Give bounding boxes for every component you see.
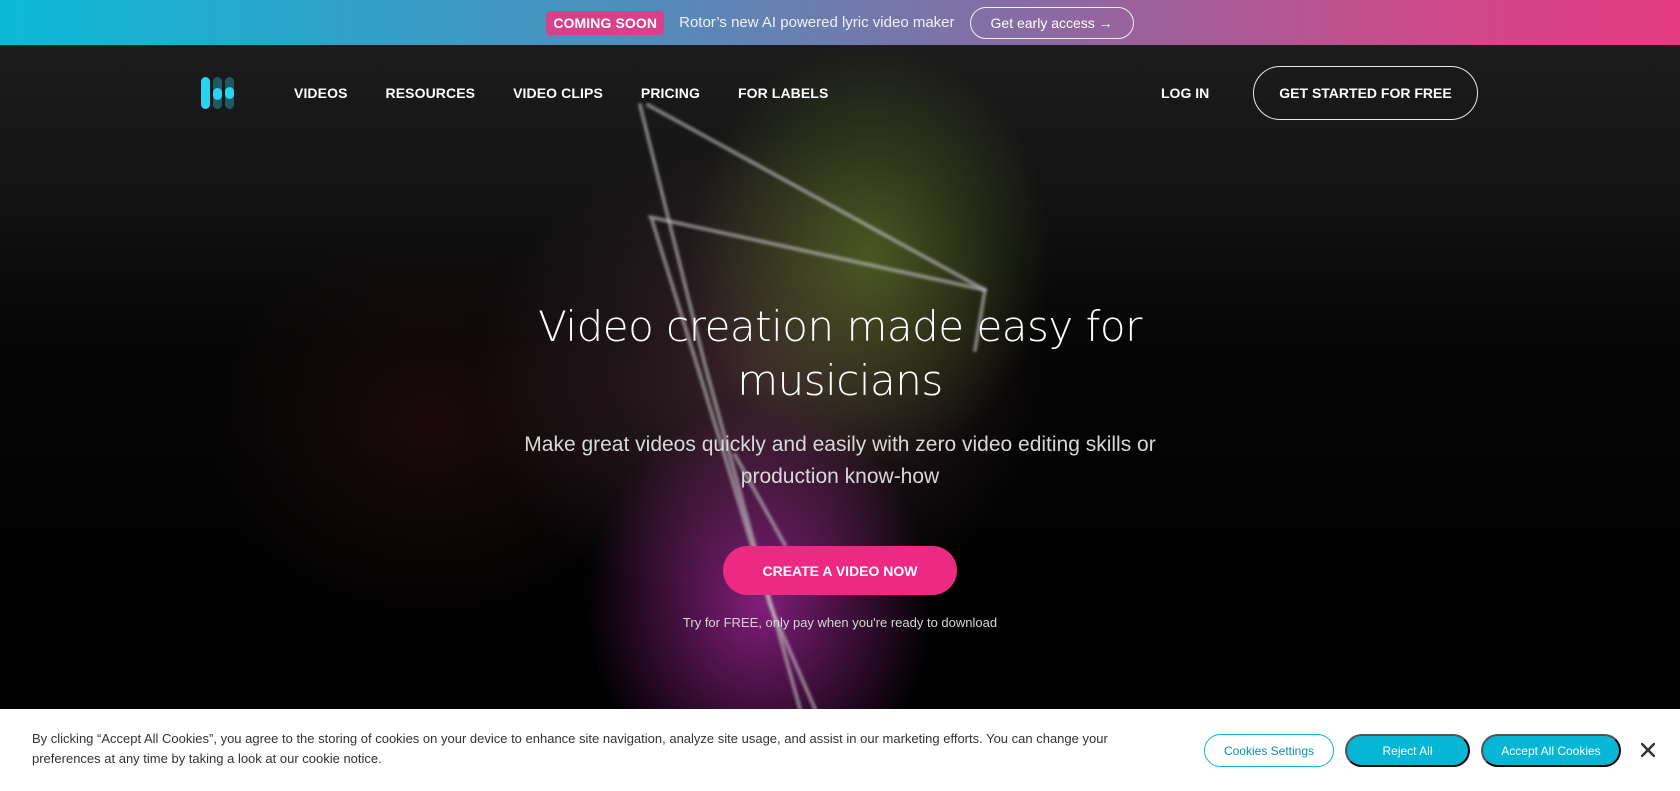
get-early-access-button[interactable]: Get early access → [969,6,1134,39]
create-video-button[interactable]: CREATE A VIDEO NOW [723,546,957,595]
banner-text: Rotor’s new AI powered lyric video maker [679,14,955,31]
hero-note: Try for FREE, only pay when you're ready… [682,615,998,630]
nav-links: VIDEOS RESOURCES VIDEO CLIPS PRICING FOR… [294,45,828,141]
nav-for-labels[interactable]: FOR LABELS [738,85,828,101]
login-link[interactable]: LOG IN [1161,85,1209,101]
cookie-banner: By clicking “Accept All Cookies”, you ag… [0,709,1680,791]
logo-bar [201,77,210,109]
nav-videos[interactable]: VIDEOS [294,85,348,101]
hero-subtitle: Make great videos quickly and easily wit… [524,433,1156,488]
cookies-settings-button[interactable]: Cookies Settings [1204,734,1334,767]
light-streak [648,215,987,292]
coming-soon-badge: COMING SOON [546,10,665,35]
hero-title: Video creation made easy for musicians [538,302,1142,405]
reject-all-button[interactable]: Reject All [1345,734,1470,767]
logo-bar [213,77,222,109]
close-icon[interactable] [1637,739,1659,761]
get-started-button[interactable]: GET STARTED FOR FREE [1253,66,1478,120]
logo-bar [225,77,234,109]
main-nav: VIDEOS RESOURCES VIDEO CLIPS PRICING FOR… [0,45,1680,141]
announcement-banner: COMING SOON Rotor’s new AI powered lyric… [0,0,1680,45]
rotor-logo-icon[interactable] [201,77,235,109]
nav-video-clips[interactable]: VIDEO CLIPS [513,85,603,101]
accept-all-cookies-button[interactable]: Accept All Cookies [1481,734,1621,767]
nav-resources[interactable]: RESOURCES [386,85,476,101]
nav-pricing[interactable]: PRICING [641,85,700,101]
cookie-text: By clicking “Accept All Cookies”, you ag… [32,731,1108,766]
